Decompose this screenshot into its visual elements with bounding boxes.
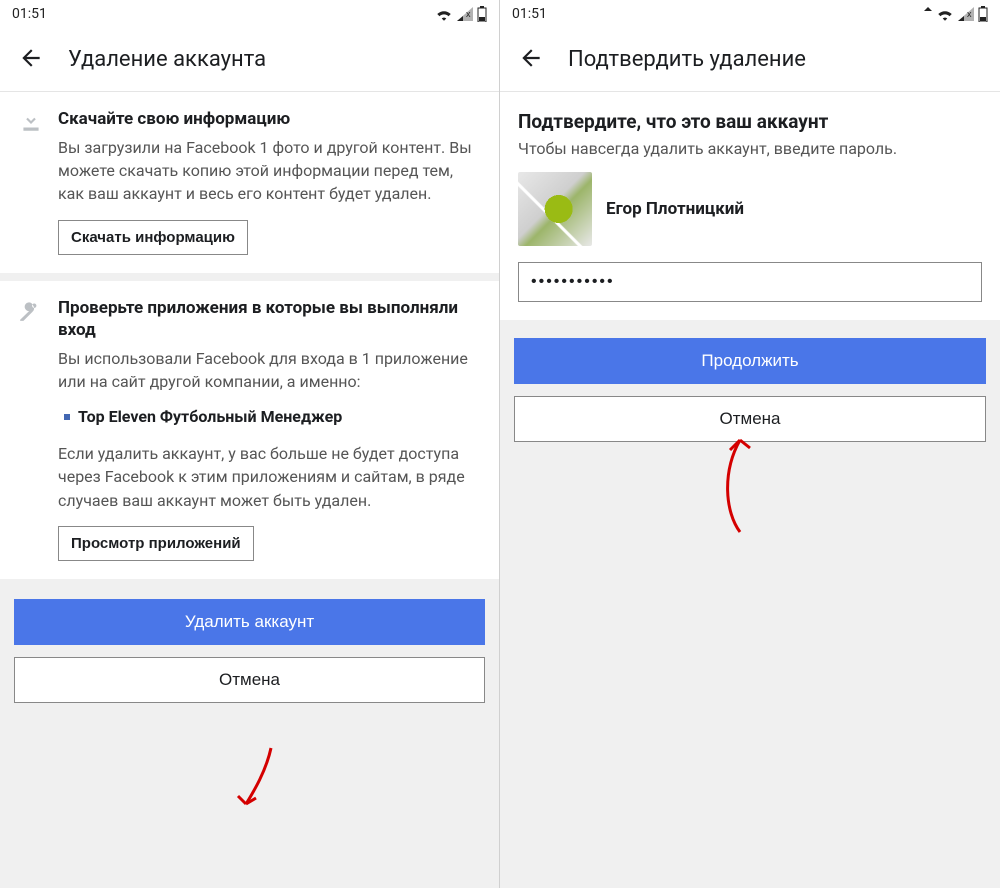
app-name: Top Eleven Футбольный Менеджер (78, 407, 342, 426)
confirm-title: Подтвердите, что это ваш аккаунт (518, 110, 982, 133)
svg-text:x: x (967, 9, 972, 19)
apps-card: Проверьте приложения в которые вы выполн… (0, 281, 499, 579)
content: Подтвердите, что это ваш аккаунт Чтобы н… (500, 92, 1000, 888)
apps-text2: Если удалить аккаунт, у вас больше не бу… (58, 442, 481, 512)
page-title: Удаление аккаунта (68, 47, 266, 72)
signal-icon: x (958, 7, 974, 21)
header: Подтвердить удаление (500, 28, 1000, 92)
avatar (518, 172, 592, 246)
download-info-button[interactable]: Скачать информацию (58, 220, 248, 255)
phone-screen-delete-account: 01:51 x Удаление аккаунта Скачайте свою … (0, 0, 500, 888)
battery-icon (978, 6, 988, 22)
svg-text:x: x (466, 9, 471, 19)
confirm-card: Подтвердите, что это ваш аккаунт Чтобы н… (500, 92, 1000, 320)
signal-icon: x (457, 7, 473, 21)
apps-title: Проверьте приложения в которые вы выполн… (58, 297, 481, 341)
status-time: 01:51 (512, 6, 547, 22)
bottom-actions: Продолжить Отмена (500, 320, 1000, 454)
content: Скачайте свою информацию Вы загрузили на… (0, 92, 499, 888)
download-info-text: Вы загрузили на Facebook 1 фото и другой… (58, 136, 481, 206)
status-bar: 01:51 x (500, 0, 1000, 28)
cancel-button[interactable]: Отмена (514, 396, 986, 442)
view-apps-button[interactable]: Просмотр приложений (58, 526, 254, 561)
profile-name: Егор Плотницкий (606, 199, 744, 219)
annotation-arrow-icon (226, 746, 286, 820)
battery-icon (477, 6, 487, 22)
page-title: Подтвердить удаление (568, 47, 806, 72)
continue-button[interactable]: Продолжить (514, 338, 986, 384)
bullet-icon (64, 414, 70, 420)
cancel-button[interactable]: Отмена (14, 657, 485, 703)
apps-text1: Вы использовали Facebook для входа в 1 п… (58, 347, 481, 393)
header: Удаление аккаунта (0, 28, 499, 92)
profile-row: Егор Плотницкий (518, 172, 982, 246)
password-input[interactable] (518, 262, 982, 302)
status-icons: x (435, 6, 487, 22)
status-bar: 01:51 x (0, 0, 499, 28)
list-item: Top Eleven Футбольный Менеджер (64, 407, 481, 426)
delete-account-button[interactable]: Удалить аккаунт (14, 599, 485, 645)
apps-list: Top Eleven Футбольный Менеджер (64, 407, 481, 426)
back-icon[interactable] (18, 45, 44, 75)
wifi-icon (435, 7, 453, 21)
download-info-card: Скачайте свою информацию Вы загрузили на… (0, 92, 499, 273)
bottom-actions: Удалить аккаунт Отмена (0, 587, 499, 715)
key-icon (18, 297, 44, 561)
phone-screen-confirm-delete: 01:51 x Подтвердить удаление Подтвердите… (500, 0, 1000, 888)
download-info-title: Скачайте свою информацию (58, 108, 481, 130)
status-icons: x (924, 6, 988, 22)
status-time: 01:51 (12, 6, 47, 22)
confirm-subtitle: Чтобы навсегда удалить аккаунт, введите … (518, 139, 982, 158)
wifi-icon (936, 7, 954, 21)
back-icon[interactable] (518, 45, 544, 75)
caret-icon (924, 7, 932, 21)
download-icon (18, 108, 44, 255)
